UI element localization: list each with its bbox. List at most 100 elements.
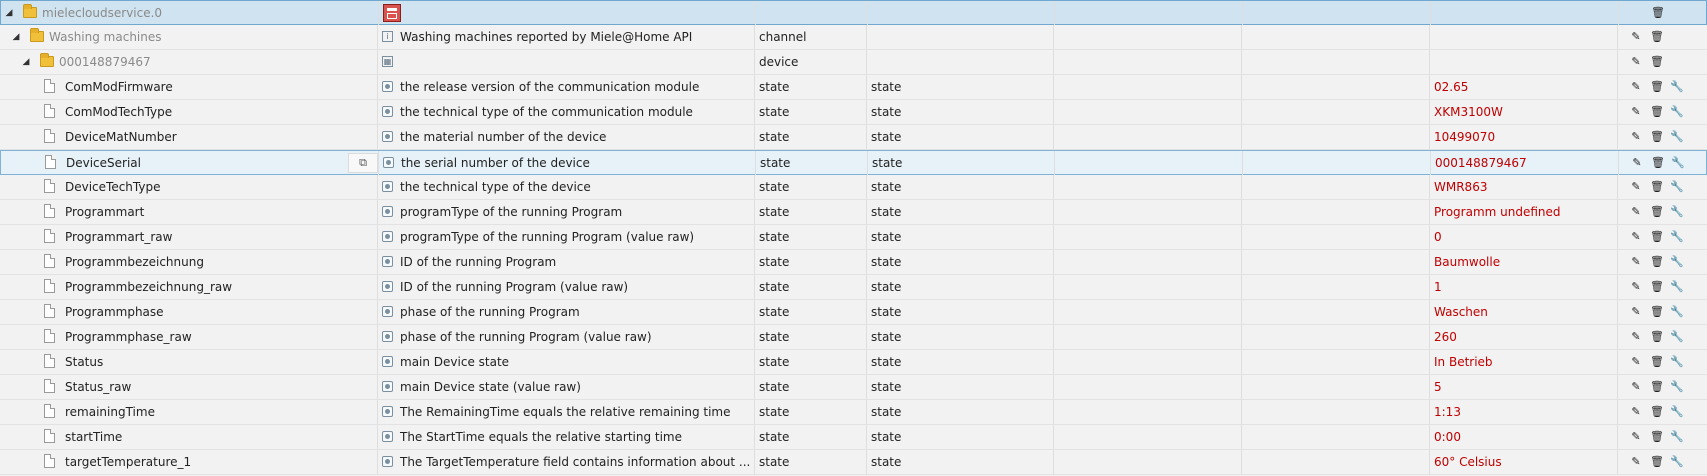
custom-settings-wrench-icon[interactable]: 🔧 xyxy=(1670,281,1684,293)
value-cell[interactable]: XKM3100W xyxy=(1429,100,1617,124)
delete-trash-icon[interactable]: 🗑 xyxy=(1650,231,1664,243)
custom-settings-wrench-icon[interactable]: 🔧 xyxy=(1670,431,1684,443)
edit-pencil-icon[interactable]: ✎ xyxy=(1630,381,1642,393)
custom-settings-wrench-icon[interactable]: 🔧 xyxy=(1670,306,1684,318)
tree-row-state[interactable]: remainingTime The RemainingTime equals t… xyxy=(0,400,1707,425)
tree-row-state[interactable]: DeviceMatNumber the material number of t… xyxy=(0,125,1707,150)
tree-row-state[interactable]: Programmphase_raw phase of the running P… xyxy=(0,325,1707,350)
tree-row-state[interactable]: Programmart programType of the running P… xyxy=(0,200,1707,225)
edit-pencil-icon[interactable]: ✎ xyxy=(1630,181,1642,193)
function-cell xyxy=(1241,125,1429,149)
delete-trash-icon[interactable]: 🗑 xyxy=(1650,431,1664,443)
edit-pencil-icon[interactable]: ✎ xyxy=(1631,157,1643,169)
tree-row-root[interactable]: ◢ mielecloudservice.0 🗑 xyxy=(0,0,1707,25)
delete-trash-icon[interactable]: 🗑 xyxy=(1651,7,1665,19)
value-cell[interactable]: Programm undefined xyxy=(1429,200,1617,224)
tree-row-state[interactable]: Status_raw main Device state (value raw)… xyxy=(0,375,1707,400)
tree-row-state[interactable]: Status main Device state state state In … xyxy=(0,350,1707,375)
collapse-toggle-icon[interactable]: ◢ xyxy=(3,1,15,25)
value-cell[interactable]: 1 xyxy=(1429,275,1617,299)
edit-pencil-icon[interactable]: ✎ xyxy=(1630,206,1642,218)
edit-pencil-icon[interactable]: ✎ xyxy=(1630,31,1642,43)
value-cell[interactable]: 0:00 xyxy=(1429,425,1617,449)
description-cell: i Washing machines reported by Miele@Home… xyxy=(377,25,754,49)
delete-trash-icon[interactable]: 🗑 xyxy=(1650,181,1664,193)
delete-trash-icon[interactable]: 🗑 xyxy=(1650,456,1664,468)
tree-row-device[interactable]: ◢ 000148879467 ▦ device ✎ 🗑 xyxy=(0,50,1707,75)
function-cell xyxy=(1241,425,1429,449)
value-cell[interactable]: 0 xyxy=(1429,225,1617,249)
tree-row-state[interactable]: DeviceSerial ⧉ the serial number of the … xyxy=(0,150,1707,175)
collapse-toggle-icon[interactable]: ◢ xyxy=(20,50,32,74)
delete-trash-icon[interactable]: 🗑 xyxy=(1650,406,1664,418)
object-name: DeviceMatNumber xyxy=(65,130,177,144)
delete-trash-icon[interactable]: 🗑 xyxy=(1650,81,1664,93)
value-cell[interactable]: 1:13 xyxy=(1429,400,1617,424)
object-name: DeviceSerial xyxy=(66,156,141,170)
delete-trash-icon[interactable]: 🗑 xyxy=(1650,131,1664,143)
value-cell[interactable]: 60° Celsius xyxy=(1429,450,1617,474)
edit-pencil-icon[interactable]: ✎ xyxy=(1630,256,1642,268)
custom-settings-wrench-icon[interactable]: 🔧 xyxy=(1670,456,1684,468)
tree-row-state[interactable]: Programmbezeichnung ID of the running Pr… xyxy=(0,250,1707,275)
edit-pencil-icon[interactable]: ✎ xyxy=(1630,231,1642,243)
edit-pencil-icon[interactable]: ✎ xyxy=(1630,406,1642,418)
edit-pencil-icon[interactable]: ✎ xyxy=(1630,431,1642,443)
tree-row-channel[interactable]: ◢ Washing machines i Washing machines rep… xyxy=(0,25,1707,50)
state-icon xyxy=(382,306,393,317)
value-cell[interactable]: 5 xyxy=(1429,375,1617,399)
value-cell[interactable]: 02.65 xyxy=(1429,75,1617,99)
tree-row-state[interactable]: ComModFirmware the release version of th… xyxy=(0,75,1707,100)
tree-row-state[interactable]: DeviceTechType the technical type of the… xyxy=(0,175,1707,200)
value-cell[interactable]: 10499070 xyxy=(1429,125,1617,149)
edit-pencil-icon[interactable]: ✎ xyxy=(1630,106,1642,118)
tree-row-state[interactable]: Programmart_raw programType of the runni… xyxy=(0,225,1707,250)
custom-settings-wrench-icon[interactable]: 🔧 xyxy=(1670,231,1684,243)
edit-pencil-icon[interactable]: ✎ xyxy=(1630,456,1642,468)
delete-trash-icon[interactable]: 🗑 xyxy=(1650,306,1664,318)
delete-trash-icon[interactable]: 🗑 xyxy=(1650,381,1664,393)
delete-trash-icon[interactable]: 🗑 xyxy=(1650,56,1664,68)
edit-pencil-icon[interactable]: ✎ xyxy=(1630,306,1642,318)
edit-pencil-icon[interactable]: ✎ xyxy=(1630,56,1642,68)
value-cell[interactable]: In Betrieb xyxy=(1429,350,1617,374)
edit-pencil-icon[interactable]: ✎ xyxy=(1630,281,1642,293)
custom-settings-wrench-icon[interactable]: 🔧 xyxy=(1670,256,1684,268)
copy-icon[interactable]: ⧉ xyxy=(348,153,378,173)
tree-row-state[interactable]: targetTemperature_1 The TargetTemperatur… xyxy=(0,450,1707,475)
delete-trash-icon[interactable]: 🗑 xyxy=(1650,206,1664,218)
room-cell xyxy=(1053,25,1241,49)
custom-settings-wrench-icon[interactable]: 🔧 xyxy=(1670,356,1684,368)
custom-settings-wrench-icon[interactable]: 🔧 xyxy=(1670,206,1684,218)
value-cell[interactable]: Baumwolle xyxy=(1429,250,1617,274)
value-cell[interactable]: WMR863 xyxy=(1429,175,1617,199)
edit-pencil-icon[interactable]: ✎ xyxy=(1630,356,1642,368)
custom-settings-wrench-icon[interactable]: 🔧 xyxy=(1670,181,1684,193)
custom-settings-wrench-icon[interactable]: 🔧 xyxy=(1670,331,1684,343)
custom-settings-wrench-icon[interactable]: 🔧 xyxy=(1670,131,1684,143)
edit-pencil-icon[interactable]: ✎ xyxy=(1630,131,1642,143)
delete-trash-icon[interactable]: 🗑 xyxy=(1650,106,1664,118)
tree-row-state[interactable]: Programmbezeichnung_raw ID of the runnin… xyxy=(0,275,1707,300)
tree-row-state[interactable]: Programmphase phase of the running Progr… xyxy=(0,300,1707,325)
custom-settings-wrench-icon[interactable]: 🔧 xyxy=(1670,406,1684,418)
tree-row-state[interactable]: startTime The StartTime equals the relat… xyxy=(0,425,1707,450)
delete-trash-icon[interactable]: 🗑 xyxy=(1650,356,1664,368)
name-cell: ComModTechType xyxy=(0,100,377,124)
value-cell[interactable]: Waschen xyxy=(1429,300,1617,324)
delete-trash-icon[interactable]: 🗑 xyxy=(1650,331,1664,343)
custom-settings-wrench-icon[interactable]: 🔧 xyxy=(1670,381,1684,393)
collapse-toggle-icon[interactable]: ◢ xyxy=(10,25,22,49)
value-cell[interactable]: 000148879467 xyxy=(1430,151,1618,175)
custom-settings-wrench-icon[interactable]: 🔧 xyxy=(1671,157,1685,169)
custom-settings-wrench-icon[interactable]: 🔧 xyxy=(1670,106,1684,118)
delete-trash-icon[interactable]: 🗑 xyxy=(1650,31,1664,43)
custom-settings-wrench-icon[interactable]: 🔧 xyxy=(1670,81,1684,93)
delete-trash-icon[interactable]: 🗑 xyxy=(1650,281,1664,293)
value-cell[interactable]: 260 xyxy=(1429,325,1617,349)
edit-pencil-icon[interactable]: ✎ xyxy=(1630,331,1642,343)
delete-trash-icon[interactable]: 🗑 xyxy=(1650,256,1664,268)
edit-pencil-icon[interactable]: ✎ xyxy=(1630,81,1642,93)
tree-row-state[interactable]: ComModTechType the technical type of the… xyxy=(0,100,1707,125)
delete-trash-icon[interactable]: 🗑 xyxy=(1651,157,1665,169)
